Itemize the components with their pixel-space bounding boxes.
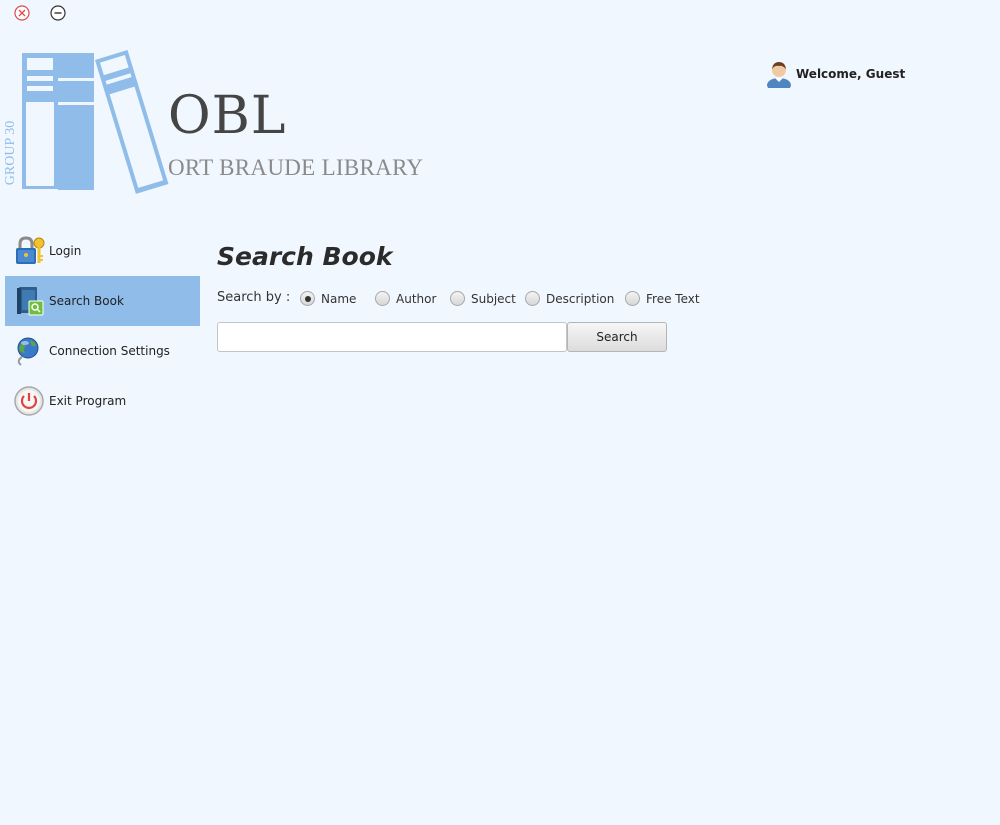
sidebar: Login Search Book Connection Settings Ex…	[5, 226, 200, 426]
sidebar-item-label: Search Book	[49, 294, 124, 308]
sidebar-item-login[interactable]: Login	[5, 226, 200, 276]
logo-group-label: GROUP 30	[3, 120, 18, 186]
radio-label: Description	[546, 291, 615, 306]
user-avatar-icon	[767, 62, 791, 88]
radio-indicator[interactable]	[375, 291, 390, 306]
radio-description[interactable]: Description	[525, 291, 614, 306]
radio-author[interactable]: Author	[375, 291, 436, 306]
radio-indicator[interactable]	[450, 291, 465, 306]
radio-indicator[interactable]	[625, 291, 640, 306]
radio-subject[interactable]: Subject	[450, 291, 516, 306]
search-input[interactable]	[217, 322, 567, 352]
radio-label: Author	[396, 291, 437, 306]
radio-free-text[interactable]: Free Text	[625, 291, 700, 306]
search-by-label: Search by :	[217, 290, 291, 305]
radio-label: Name	[321, 291, 357, 306]
radio-indicator[interactable]	[300, 291, 315, 306]
radio-indicator[interactable]	[525, 291, 540, 306]
welcome-area: Welcome, Guest	[766, 60, 905, 88]
logo-subtitle: ORT BRAUDE LIBRARY	[168, 155, 424, 180]
logo-title: OBL	[168, 86, 287, 146]
page-title: Search Book	[217, 242, 393, 271]
sidebar-item-search-book[interactable]: Search Book	[5, 276, 200, 326]
close-icon[interactable]	[14, 5, 30, 21]
power-icon	[14, 386, 44, 416]
search-button[interactable]: Search	[567, 322, 667, 352]
book-search-icon	[17, 287, 44, 316]
lock-key-icon	[16, 236, 45, 264]
sidebar-item-label: Connection Settings	[49, 344, 170, 358]
books-logo-icon	[0, 50, 170, 200]
sidebar-item-label: Login	[49, 244, 82, 258]
radio-label: Free Text	[646, 291, 700, 306]
radio-name[interactable]: Name	[300, 291, 356, 306]
sidebar-item-label: Exit Program	[49, 394, 127, 408]
sidebar-item-exit-program[interactable]: Exit Program	[5, 376, 200, 426]
minimize-icon[interactable]	[50, 5, 66, 21]
globe-connection-icon	[17, 337, 39, 366]
sidebar-item-connection-settings[interactable]: Connection Settings	[5, 326, 200, 376]
radio-label: Subject	[471, 291, 516, 306]
welcome-text: Welcome, Guest	[796, 67, 906, 81]
